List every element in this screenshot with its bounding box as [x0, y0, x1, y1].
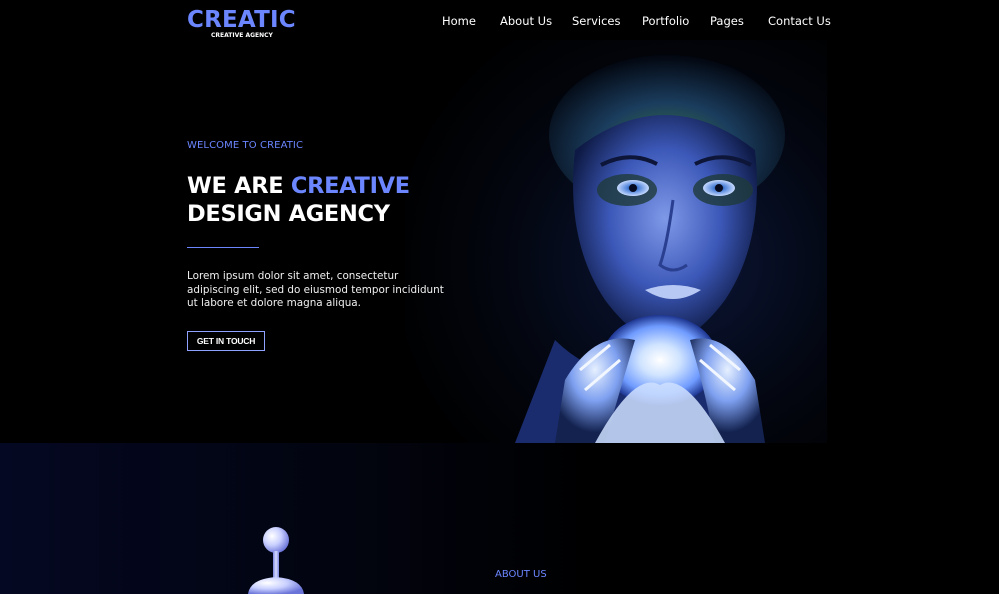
joystick-figure-icon	[240, 525, 320, 594]
brand-logo[interactable]: CREATIC CREATIVE AGENCY	[187, 7, 296, 39]
nav-item-about-us[interactable]: About Us	[500, 14, 552, 28]
headline-accent: CREATIVE	[290, 173, 410, 199]
get-in-touch-button[interactable]: GET IN TOUCH	[187, 331, 265, 351]
nav-item-services[interactable]: Services	[572, 14, 621, 28]
hero-body-text: Lorem ipsum dolor sit amet, consectetur …	[187, 270, 444, 309]
site-header: CREATIC CREATIVE AGENCY Home About Us Se…	[0, 0, 999, 48]
hero-kicker: WELCOME TO CREATIC	[187, 140, 304, 151]
headline-part1: WE ARE	[187, 173, 291, 199]
about-section: ABOUT US	[0, 443, 999, 594]
hero-section: WELCOME TO CREATIC WE ARE CREATIVE DESIG…	[0, 0, 999, 443]
nav-item-pages[interactable]: Pages	[710, 14, 744, 28]
brand-tagline: CREATIVE AGENCY	[211, 32, 273, 39]
nav-item-portfolio[interactable]: Portfolio	[642, 14, 689, 28]
brand-name: CREATIC	[187, 7, 296, 33]
nav-item-home[interactable]: Home	[442, 14, 476, 28]
headline-divider	[187, 247, 259, 248]
hero-portrait-image	[405, 40, 827, 443]
about-kicker: ABOUT US	[495, 569, 547, 580]
nav-item-contact-us[interactable]: Contact Us	[768, 14, 831, 28]
hero-headline: WE ARE CREATIVE DESIGN AGENCY	[187, 172, 410, 228]
headline-line2: DESIGN AGENCY	[187, 201, 390, 227]
